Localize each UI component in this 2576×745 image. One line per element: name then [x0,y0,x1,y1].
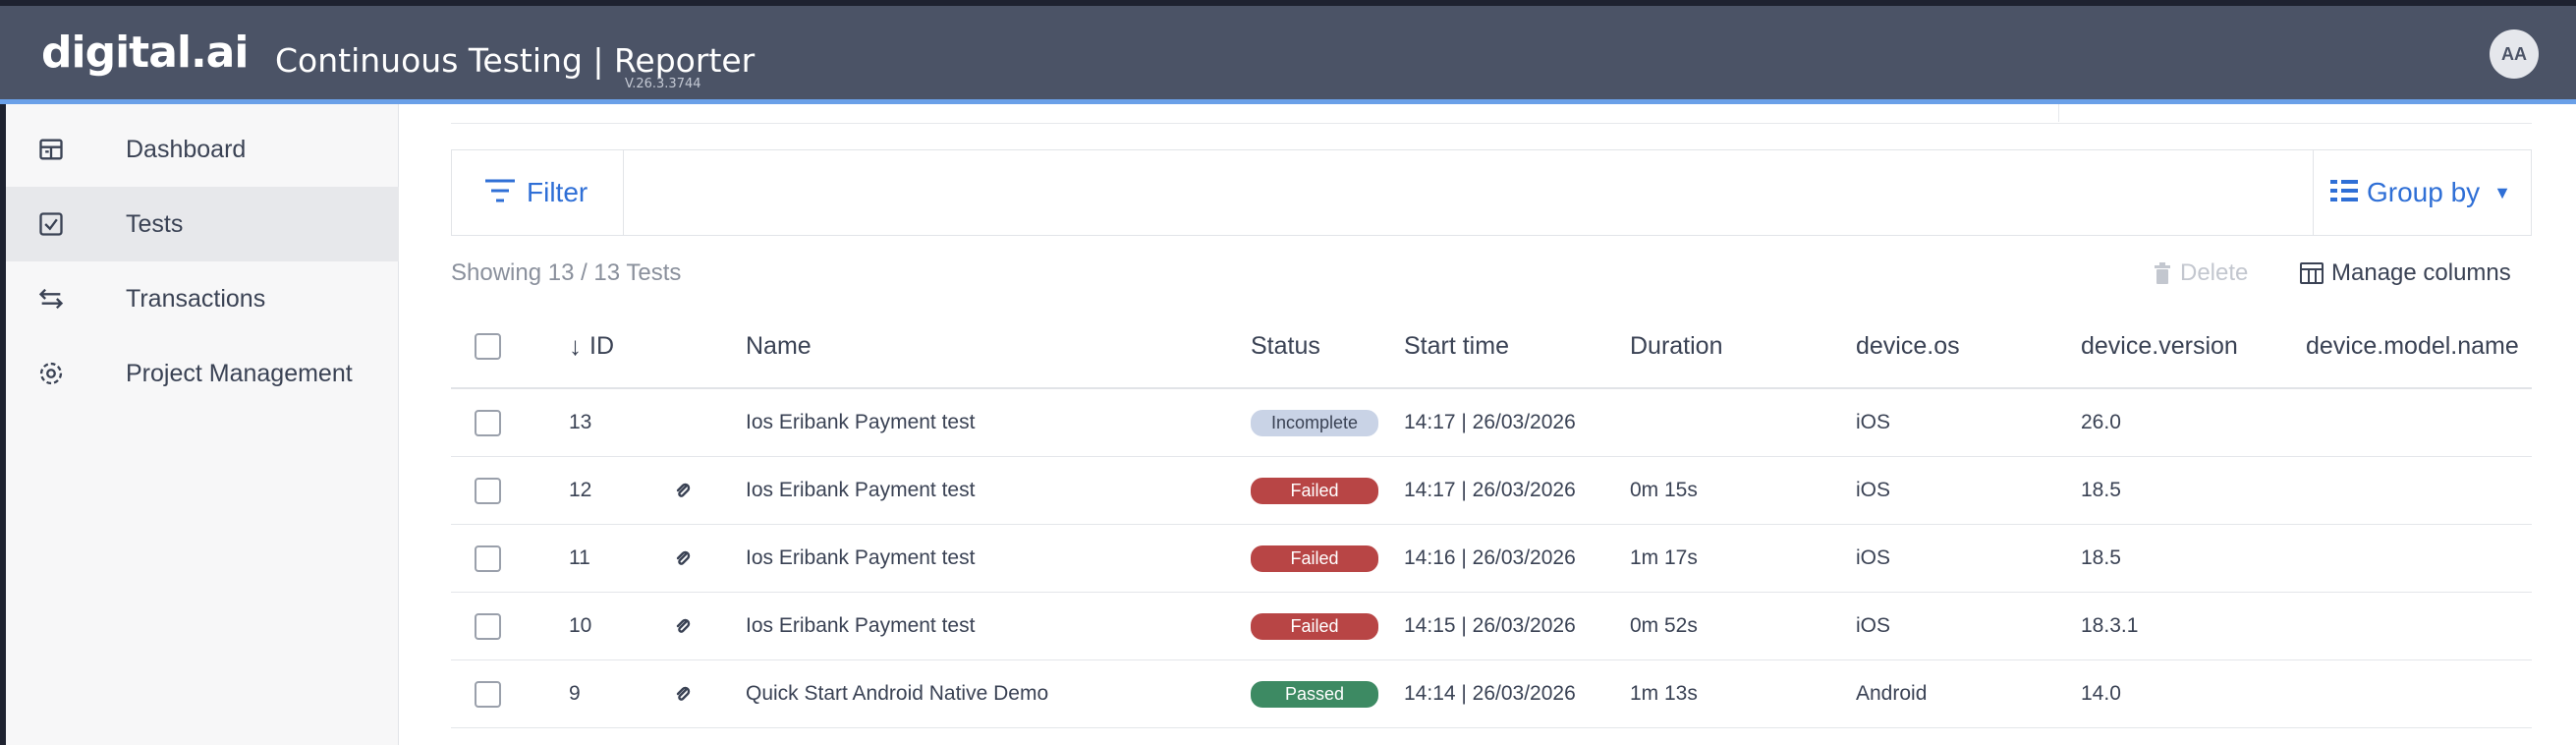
cell-name[interactable]: Quick Start Android Native Demo [746,660,1048,727]
main-content: Filter Group by ▼ Showing 13 / 13 Tests … [400,104,2576,745]
select-all-checkbox[interactable] [475,332,501,360]
cell-id: 12 [569,479,592,501]
row-checkbox[interactable] [475,409,501,436]
column-header-device-version[interactable]: device.version [2081,305,2238,387]
table-row[interactable]: 11 Ios Eribank Payment test Failed 14:16 | … [451,525,2532,593]
column-header-label: ID [589,331,614,360]
attachment-paperclip-icon[interactable] [675,593,691,659]
filter-label: Filter [527,177,588,207]
app-title: Continuous Testing | Reporter [275,41,756,80]
column-header-start-time[interactable]: Start time [1404,305,1509,387]
table-row[interactable]: 10 Ios Eribank Payment test Failed 14:15 | … [451,593,2532,660]
group-by-label: Group by [2367,177,2481,207]
delete-button[interactable]: Delete [2153,259,2248,287]
manage-columns-label: Manage columns [2331,259,2511,286]
column-header-status[interactable]: Status [1251,305,1320,387]
attachment-paperclip-icon[interactable] [675,457,691,524]
attachment-paperclip-icon[interactable] [675,525,691,592]
filter-icon [483,176,517,210]
sidebar-item-tests[interactable]: Tests [6,187,399,261]
delete-label: Delete [2180,259,2249,286]
cell-device-version: 18.5 [2081,546,2121,569]
group-by-icon [2329,177,2359,209]
table-row[interactable]: 9 Quick Start Android Native Demo Passed 14… [451,660,2532,728]
status-badge: Failed [1251,477,1378,504]
sidebar-item-label: Transactions [126,284,266,313]
app-version: V.26.3.3744 [625,77,701,91]
cell-device-version: 18.5 [2081,479,2121,501]
cell-device-os: iOS [1856,546,1891,569]
status-badge: Failed [1251,544,1378,572]
cell-duration: 0m 15s [1630,479,1698,501]
row-checkbox[interactable] [475,544,501,572]
dashboard-icon [35,134,67,165]
chevron-down-icon: ▼ [2493,182,2511,202]
cell-duration: 0m 52s [1630,614,1698,637]
cell-name[interactable]: Ios Eribank Payment test [746,593,975,659]
column-header-device-os[interactable]: device.os [1856,305,1960,387]
top-strip [451,104,2532,124]
cell-device-version: 26.0 [2081,411,2121,433]
tests-table: ↓ ID Name Status Start time Duration dev… [451,305,2532,728]
cell-duration: 1m 13s [1630,682,1698,705]
cell-name[interactable]: Ios Eribank Payment test [746,457,975,524]
transactions-arrows-icon [35,283,67,315]
sidebar-item-dashboard[interactable]: Dashboard [6,112,399,187]
row-checkbox[interactable] [475,612,501,640]
status-badge: Failed [1251,612,1378,640]
column-header-device-model-name[interactable]: device.model.name [2306,305,2519,387]
cell-id: 9 [569,682,581,705]
sidebar-item-label: Tests [126,209,184,238]
sidebar-item-project-management[interactable]: Project Management [6,336,399,411]
column-header-duration[interactable]: Duration [1630,305,1723,387]
cell-id: 11 [569,546,590,569]
row-checkbox[interactable] [475,680,501,708]
user-avatar[interactable]: AA [2490,29,2539,79]
cell-name[interactable]: Ios Eribank Payment test [746,525,975,592]
top-bar: digital.ai Continuous Testing | Reporter… [0,0,2576,104]
sidebar-item-label: Project Management [126,359,353,387]
group-by-button[interactable]: Group by ▼ [2313,150,2531,235]
cell-start-time: 14:17 | 26/03/2026 [1404,411,1576,433]
tests-checkbox-icon [35,208,67,240]
column-header-id[interactable]: ↓ ID [569,305,614,387]
table-row[interactable]: 12 Ios Eribank Payment test Failed 14:17 | … [451,457,2532,525]
cell-device-os: Android [1856,682,1928,705]
row-checkbox[interactable] [475,477,501,504]
cell-start-time: 14:15 | 26/03/2026 [1404,614,1576,637]
cell-start-time: 14:16 | 26/03/2026 [1404,546,1576,569]
table-header-row: ↓ ID Name Status Start time Duration dev… [451,305,2532,389]
brand-logo[interactable]: digital.ai [41,28,249,78]
cell-duration: 1m 17s [1630,546,1698,569]
cell-device-version: 18.3.1 [2081,614,2139,637]
sort-descending-arrow-icon: ↓ [569,330,582,361]
cell-device-os: iOS [1856,479,1891,501]
attachment-paperclip-icon[interactable] [675,660,691,727]
manage-columns-button[interactable]: Manage columns [2300,259,2511,287]
results-count: Showing 13 / 13 Tests [451,259,682,286]
cell-name[interactable]: Ios Eribank Payment test [746,389,975,456]
cell-device-os: iOS [1856,411,1891,433]
gear-icon [35,358,67,389]
status-badge: Passed [1251,680,1378,708]
table-body: 13 Ios Eribank Payment test Incomplete 14:1… [451,389,2532,728]
column-header-name[interactable]: Name [746,305,812,387]
trash-icon [2153,262,2172,284]
columns-icon [2300,262,2324,284]
table-row[interactable]: 13 Ios Eribank Payment test Incomplete 14:1… [451,389,2532,457]
cell-start-time: 14:17 | 26/03/2026 [1404,479,1576,501]
filter-bar: Filter Group by ▼ [451,149,2532,236]
cell-id: 10 [569,614,592,637]
filter-button[interactable]: Filter [452,150,624,235]
cell-device-os: iOS [1856,614,1891,637]
sidebar-item-label: Dashboard [126,135,247,163]
sidebar-item-transactions[interactable]: Transactions [6,261,399,336]
cell-start-time: 14:14 | 26/03/2026 [1404,682,1576,705]
cell-id: 13 [569,411,592,433]
cell-device-version: 14.0 [2081,682,2121,705]
status-badge: Incomplete [1251,409,1378,436]
sidebar: Dashboard Tests Transactions Project Man… [0,104,399,745]
